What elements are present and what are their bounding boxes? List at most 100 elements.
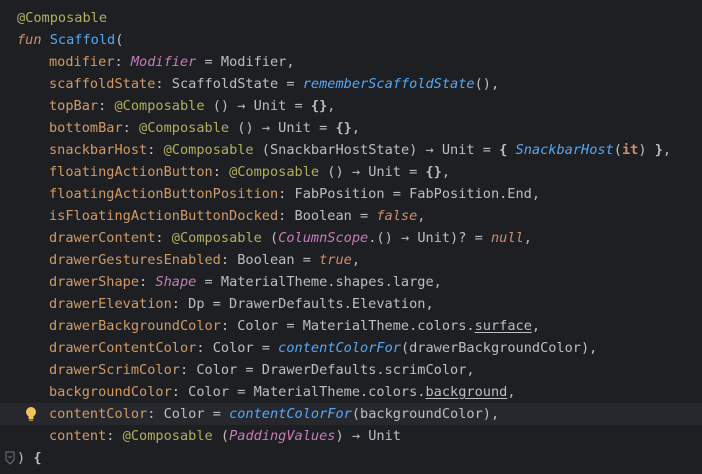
code-text: backgroundColor: Color = MaterialTheme.c…	[49, 381, 516, 403]
code-text: isFloatingActionButtonDocked: Boolean = …	[49, 205, 425, 227]
code-token: {}	[310, 98, 328, 114]
code-token: : Boolean =	[278, 208, 377, 224]
code-token: @Composable	[17, 10, 108, 26]
code-token: () → Unit =	[319, 164, 426, 180]
code-token: modifier	[49, 54, 115, 70]
code-text: bottomBar: @Composable () → Unit = {},	[49, 117, 360, 139]
code-text: drawerGesturesEnabled: Boolean = true,	[49, 249, 360, 271]
code-token: @Composable	[139, 120, 230, 136]
code-token: (drawerBackgroundColor),	[400, 340, 598, 356]
code-token: : Color =	[196, 340, 279, 356]
code-token: scaffoldState	[49, 76, 156, 92]
code-line[interactable]: topBar: @Composable () → Unit = {},	[0, 95, 702, 117]
code-token: @Composable	[171, 230, 262, 246]
code-line[interactable]: modifier: Modifier = Modifier,	[0, 51, 702, 73]
code-text: floatingActionButton: @Composable () → U…	[49, 161, 450, 183]
code-editor[interactable]: @Composable fun Scaffold(modifier: Modifi…	[0, 0, 702, 474]
code-token: drawerElevation	[49, 296, 172, 312]
code-line[interactable]: backgroundColor: Color = MaterialTheme.c…	[0, 381, 702, 403]
code-text: drawerContent: @Composable (ColumnScope.…	[49, 227, 532, 249]
code-token: @Composable	[229, 164, 320, 180]
code-line-current[interactable]: contentColor: Color = contentColorFor(ba…	[0, 403, 702, 425]
code-token: (),	[474, 76, 500, 92]
code-token: (	[613, 142, 622, 158]
code-token: fun	[17, 32, 42, 48]
code-token: drawerShape	[49, 274, 140, 290]
code-token: :	[122, 120, 140, 136]
code-text: drawerElevation: Dp = DrawerDefaults.Ele…	[49, 293, 434, 315]
code-token: backgroundColor	[49, 384, 172, 400]
code-line[interactable]: content: @Composable (PaddingValues) → U…	[0, 425, 702, 447]
code-line[interactable]: drawerGesturesEnabled: Boolean = true,	[0, 249, 702, 271]
code-text: drawerBackgroundColor: Color = MaterialT…	[49, 315, 540, 337]
code-token: :	[155, 230, 172, 246]
code-token: (	[212, 428, 230, 444]
code-line[interactable]: bottomBar: @Composable () → Unit = {},	[0, 117, 702, 139]
code-token: false	[376, 208, 418, 224]
code-token: ,	[523, 230, 532, 246]
code-line[interactable]: fun Scaffold(	[0, 29, 702, 51]
code-token: {}	[425, 164, 442, 180]
code-token: @Composable	[122, 428, 213, 444]
code-token: : Color = DrawerDefaults.scrimColor,	[179, 362, 475, 378]
code-token: @Composable	[163, 142, 254, 158]
code-line[interactable]: snackbarHost: @Composable (SnackbarHostS…	[0, 139, 702, 161]
code-token: topBar	[49, 98, 99, 114]
code-token: {	[33, 450, 42, 466]
code-token: ,	[351, 252, 361, 268]
code-token: () → Unit =	[204, 98, 311, 114]
code-token: : Dp = DrawerDefaults.Elevation,	[171, 296, 434, 312]
bulb-icon[interactable]	[24, 406, 38, 422]
code-line[interactable]: drawerContent: @Composable (ColumnScope.…	[0, 227, 702, 249]
code-text: scaffoldState: ScaffoldState = rememberS…	[49, 73, 499, 95]
code-token: : Color = MaterialTheme.colors.	[171, 384, 426, 400]
code-token: background	[425, 384, 508, 400]
code-token: drawerContentColor	[49, 340, 197, 356]
code-token: = Modifier,	[196, 54, 295, 70]
code-token: (	[261, 230, 279, 246]
code-token: }	[654, 142, 663, 158]
code-token: snackbarHost	[49, 142, 148, 158]
code-token: it	[621, 142, 639, 158]
code-token: ,	[441, 164, 451, 180]
code-text: drawerShape: Shape = MaterialTheme.shape…	[49, 271, 442, 293]
code-token: ,	[351, 120, 361, 136]
code-line[interactable]: @Composable	[0, 7, 702, 29]
code-token: floatingActionButtonPosition	[49, 186, 279, 202]
code-line[interactable]: drawerElevation: Dp = DrawerDefaults.Ele…	[0, 293, 702, 315]
code-line[interactable]: floatingActionButtonPosition: FabPositio…	[0, 183, 702, 205]
code-text: topBar: @Composable () → Unit = {},	[49, 95, 335, 117]
code-token: drawerGesturesEnabled	[49, 252, 221, 268]
code-token: = MaterialTheme.shapes.large,	[196, 274, 442, 290]
fold-icon[interactable]	[4, 451, 16, 465]
code-token: rememberScaffoldState	[302, 76, 475, 92]
code-token: )	[17, 450, 34, 466]
code-line[interactable]: ) {	[0, 447, 702, 469]
code-token: Shape	[155, 274, 197, 290]
code-line[interactable]: drawerShape: Shape = MaterialTheme.shape…	[0, 271, 702, 293]
code-token: ColumnScope	[278, 230, 369, 246]
code-token: floatingActionButton	[49, 164, 213, 180]
code-token: drawerBackgroundColor	[49, 318, 221, 334]
code-token: :	[147, 142, 164, 158]
code-text: @Composable	[17, 7, 107, 29]
code-text: drawerContentColor: Color = contentColor…	[49, 337, 597, 359]
code-line[interactable]: drawerBackgroundColor: Color = MaterialT…	[0, 315, 702, 337]
code-line[interactable]: drawerScrimColor: Color = DrawerDefaults…	[0, 359, 702, 381]
code-token: Scaffold	[49, 32, 116, 48]
code-text: ) {	[17, 447, 42, 469]
code-token: drawerScrimColor	[49, 362, 180, 378]
code-text: content: @Composable (PaddingValues) → U…	[49, 425, 401, 447]
code-token: @Composable	[114, 98, 205, 114]
code-line[interactable]: isFloatingActionButtonDocked: Boolean = …	[0, 205, 702, 227]
code-token: :	[114, 54, 131, 70]
code-token: :	[139, 274, 156, 290]
code-token: {}	[335, 120, 352, 136]
code-line[interactable]: drawerContentColor: Color = contentColor…	[0, 337, 702, 359]
code-token: content	[49, 428, 107, 444]
code-line[interactable]: floatingActionButton: @Composable () → U…	[0, 161, 702, 183]
code-text: floatingActionButtonPosition: FabPositio…	[49, 183, 540, 205]
code-line[interactable]: scaffoldState: ScaffoldState = rememberS…	[0, 73, 702, 95]
code-token: SnackbarHost	[515, 142, 614, 158]
